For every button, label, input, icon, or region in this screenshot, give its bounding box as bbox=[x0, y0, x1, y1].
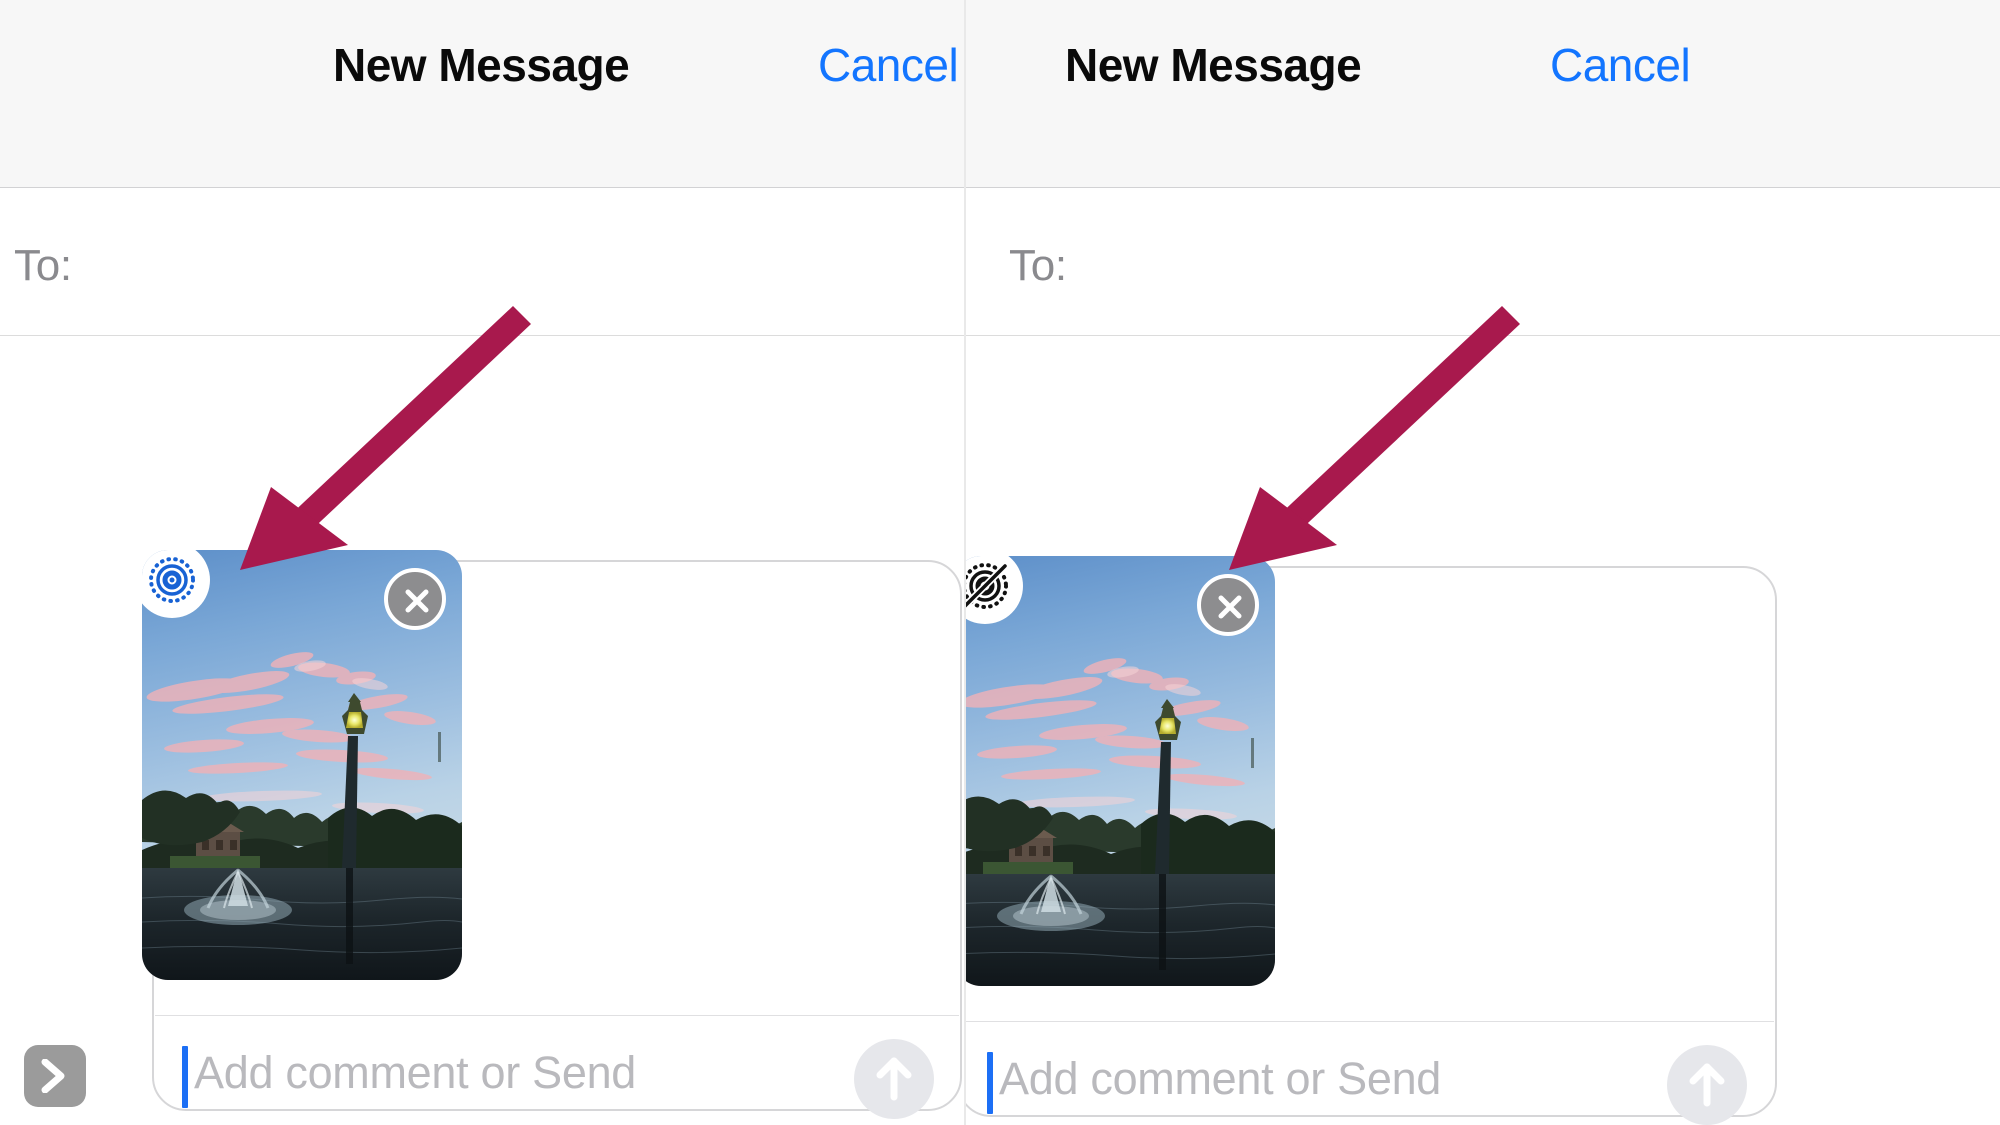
navigation-bar-right: New Message Cancel bbox=[965, 0, 2000, 188]
arrow-up-icon bbox=[876, 1057, 912, 1101]
close-icon bbox=[1218, 595, 1242, 619]
panel-right: New Message Cancel To: Add comment or Se… bbox=[965, 0, 2000, 1125]
text-cursor bbox=[987, 1052, 993, 1114]
photo-attachment-thumbnail[interactable] bbox=[142, 550, 462, 980]
arrow-up-icon bbox=[1689, 1063, 1725, 1107]
page-title: New Message bbox=[1065, 39, 1362, 91]
send-button[interactable] bbox=[854, 1039, 934, 1119]
cancel-button[interactable]: Cancel bbox=[1550, 38, 1691, 92]
remove-attachment-button[interactable] bbox=[384, 568, 446, 630]
comment-input-placeholder[interactable]: Add comment or Send bbox=[999, 1053, 1441, 1105]
composer-divider bbox=[965, 1021, 1774, 1022]
close-icon bbox=[405, 589, 429, 613]
expand-app-drawer-button[interactable] bbox=[24, 1045, 86, 1107]
photo-attachment-thumbnail[interactable] bbox=[965, 556, 1275, 986]
recipient-field-row[interactable]: To: bbox=[0, 189, 965, 336]
message-composer-bubble[interactable]: Add comment or Send bbox=[142, 550, 962, 1119]
panel-divider bbox=[964, 0, 966, 1125]
recipient-field-row[interactable]: To: bbox=[965, 189, 2000, 336]
page-title: New Message bbox=[333, 39, 630, 91]
live-photo-off-icon bbox=[965, 562, 1009, 610]
cancel-button[interactable]: Cancel bbox=[818, 38, 959, 92]
message-composer-bubble[interactable]: Add comment or Send bbox=[965, 556, 1777, 1125]
chevron-right-icon bbox=[41, 1059, 65, 1093]
comment-input-placeholder[interactable]: Add comment or Send bbox=[194, 1047, 636, 1099]
composer-divider bbox=[155, 1015, 959, 1016]
navigation-bar-left: New Message Cancel bbox=[0, 0, 965, 188]
to-label: To: bbox=[14, 241, 72, 290]
to-label: To: bbox=[1009, 241, 1067, 290]
panel-left: New Message Cancel To: Add comment or Se… bbox=[0, 0, 965, 1125]
text-cursor bbox=[182, 1046, 188, 1108]
screenshot-stage: New Message Cancel To: Add comment or Se… bbox=[0, 0, 2000, 1125]
send-button[interactable] bbox=[1667, 1045, 1747, 1125]
live-photo-on-badge[interactable] bbox=[142, 550, 210, 618]
live-photo-on-icon bbox=[149, 557, 195, 603]
remove-attachment-button[interactable] bbox=[1197, 574, 1259, 636]
